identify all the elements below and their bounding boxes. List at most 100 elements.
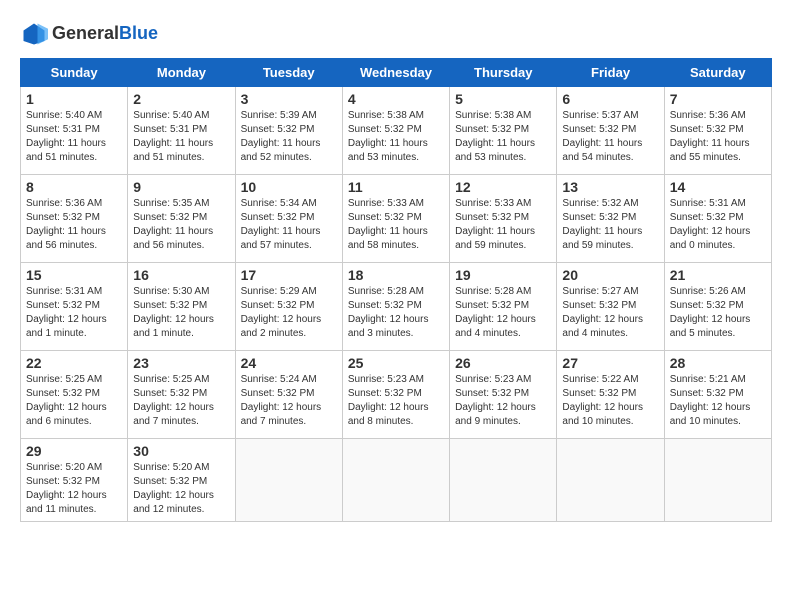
calendar-cell: 9 Sunrise: 5:35 AM Sunset: 5:32 PM Daylig…	[128, 175, 235, 263]
day-info: Sunrise: 5:25 AM Sunset: 5:32 PM Dayligh…	[133, 373, 229, 429]
day-info: Sunrise: 5:32 AM Sunset: 5:32 PM Dayligh…	[562, 197, 658, 253]
calendar-cell: 19 Sunrise: 5:28 AM Sunset: 5:32 PM Dayli…	[450, 263, 557, 351]
logo-icon	[20, 20, 48, 48]
day-number: 26	[455, 355, 551, 371]
day-info: Sunrise: 5:38 AM Sunset: 5:32 PM Dayligh…	[455, 109, 551, 165]
day-number: 6	[562, 91, 658, 107]
calendar-cell: 12 Sunrise: 5:33 AM Sunset: 5:32 PM Dayli…	[450, 175, 557, 263]
day-header-saturday: Saturday	[664, 59, 771, 87]
day-number: 22	[26, 355, 122, 371]
calendar-cell: 22Sunrise: 5:25 AM Sunset: 5:32 PM Dayli…	[21, 351, 128, 439]
calendar-cell: 11 Sunrise: 5:33 AM Sunset: 5:32 PM Dayli…	[342, 175, 449, 263]
calendar-header-row: SundayMondayTuesdayWednesdayThursdayFrid…	[21, 59, 772, 87]
day-info: Sunrise: 5:28 AM Sunset: 5:32 PM Dayligh…	[348, 285, 444, 341]
calendar-cell: 29 Sunrise: 5:20 AM Sunset: 5:32 PM Dayli…	[21, 439, 128, 522]
week-row-5: 29 Sunrise: 5:20 AM Sunset: 5:32 PM Dayli…	[21, 439, 772, 522]
calendar-cell	[664, 439, 771, 522]
week-row-4: 22 Sunrise: 5:25 AM Sunset: 5:32 PM Dayli…	[21, 351, 772, 439]
calendar-cell: 6 Sunrise: 5:37 AM Sunset: 5:32 PM Daylig…	[557, 87, 664, 175]
calendar-cell: 4 Sunrise: 5:38 AM Sunset: 5:32 PM Daylig…	[342, 87, 449, 175]
day-info: Sunrise: 5:40 AM Sunset: 5:31 PM Dayligh…	[26, 109, 122, 165]
day-number: 5	[455, 91, 551, 107]
day-info: Sunrise: 5:35 AM Sunset: 5:32 PM Dayligh…	[133, 197, 229, 253]
day-header-monday: Monday	[128, 59, 235, 87]
calendar-cell: 14 Sunrise: 5:31 AM Sunset: 5:32 PM Dayli…	[664, 175, 771, 263]
day-info: Sunrise: 5:38 AM Sunset: 5:32 PM Dayligh…	[348, 109, 444, 165]
day-info: Sunrise: 5:30 AM Sunset: 5:32 PM Dayligh…	[133, 285, 229, 341]
day-number: 2	[133, 91, 229, 107]
day-number: 14	[670, 179, 766, 195]
day-info: Sunrise: 5:37 AM Sunset: 5:32 PM Dayligh…	[562, 109, 658, 165]
calendar-cell	[557, 439, 664, 522]
day-info: Sunrise: 5:33 AM Sunset: 5:32 PM Dayligh…	[348, 197, 444, 253]
calendar-table: SundayMondayTuesdayWednesdayThursdayFrid…	[20, 58, 772, 522]
day-header-thursday: Thursday	[450, 59, 557, 87]
day-number: 3	[241, 91, 337, 107]
calendar-cell: 21 Sunrise: 5:26 AM Sunset: 5:32 PM Dayli…	[664, 263, 771, 351]
calendar-cell: 28 Sunrise: 5:21 AM Sunset: 5:32 PM Dayli…	[664, 351, 771, 439]
calendar-cell: 30 Sunrise: 5:20 AM Sunset: 5:32 PM Dayli…	[128, 439, 235, 522]
day-number: 11	[348, 179, 444, 195]
day-number: 29	[26, 443, 122, 459]
calendar-cell: 5 Sunrise: 5:38 AM Sunset: 5:32 PM Daylig…	[450, 87, 557, 175]
day-info: Sunrise: 5:33 AM Sunset: 5:32 PM Dayligh…	[455, 197, 551, 253]
day-info: Sunrise: 5:21 AM Sunset: 5:32 PM Dayligh…	[670, 373, 766, 429]
day-info: Sunrise: 5:26 AM Sunset: 5:32 PM Dayligh…	[670, 285, 766, 341]
day-number: 9	[133, 179, 229, 195]
day-info: Sunrise: 5:20 AM Sunset: 5:32 PM Dayligh…	[133, 461, 229, 517]
calendar-cell: 25Sunrise: 5:23 AM Sunset: 5:32 PM Dayli…	[342, 351, 449, 439]
calendar-cell: 18 Sunrise: 5:28 AM Sunset: 5:32 PM Dayli…	[342, 263, 449, 351]
day-number: 12	[455, 179, 551, 195]
day-info: Sunrise: 5:31 AM Sunset: 5:32 PM Dayligh…	[670, 197, 766, 253]
day-number: 18	[348, 267, 444, 283]
day-info: Sunrise: 5:22 AM Sunset: 5:32 PM Dayligh…	[562, 373, 658, 429]
week-row-2: 8Sunrise: 5:36 AM Sunset: 5:32 PM Daylig…	[21, 175, 772, 263]
day-header-friday: Friday	[557, 59, 664, 87]
day-number: 27	[562, 355, 658, 371]
calendar-cell: 7 Sunrise: 5:36 AM Sunset: 5:32 PM Daylig…	[664, 87, 771, 175]
calendar-cell: 17 Sunrise: 5:29 AM Sunset: 5:32 PM Dayli…	[235, 263, 342, 351]
day-number: 17	[241, 267, 337, 283]
day-number: 4	[348, 91, 444, 107]
day-number: 30	[133, 443, 229, 459]
logo: GeneralBlue	[20, 20, 158, 48]
calendar-cell: 26Sunrise: 5:23 AM Sunset: 5:32 PM Dayli…	[450, 351, 557, 439]
calendar-cell: 16 Sunrise: 5:30 AM Sunset: 5:32 PM Dayli…	[128, 263, 235, 351]
calendar-cell: 20 Sunrise: 5:27 AM Sunset: 5:32 PM Dayli…	[557, 263, 664, 351]
day-info: Sunrise: 5:34 AM Sunset: 5:32 PM Dayligh…	[241, 197, 337, 253]
day-info: Sunrise: 5:20 AM Sunset: 5:32 PM Dayligh…	[26, 461, 122, 517]
day-number: 16	[133, 267, 229, 283]
day-info: Sunrise: 5:27 AM Sunset: 5:32 PM Dayligh…	[562, 285, 658, 341]
calendar-cell: 10 Sunrise: 5:34 AM Sunset: 5:32 PM Dayli…	[235, 175, 342, 263]
day-number: 19	[455, 267, 551, 283]
day-number: 7	[670, 91, 766, 107]
day-header-tuesday: Tuesday	[235, 59, 342, 87]
calendar-cell: 3Sunrise: 5:39 AM Sunset: 5:32 PM Daylig…	[235, 87, 342, 175]
calendar-cell: 27 Sunrise: 5:22 AM Sunset: 5:32 PM Dayli…	[557, 351, 664, 439]
day-number: 28	[670, 355, 766, 371]
day-number: 25	[348, 355, 444, 371]
day-info: Sunrise: 5:29 AM Sunset: 5:32 PM Dayligh…	[241, 285, 337, 341]
logo-text: GeneralBlue	[52, 24, 158, 44]
calendar-cell: 24Sunrise: 5:24 AM Sunset: 5:32 PM Dayli…	[235, 351, 342, 439]
day-info: Sunrise: 5:36 AM Sunset: 5:32 PM Dayligh…	[670, 109, 766, 165]
day-info: Sunrise: 5:31 AM Sunset: 5:32 PM Dayligh…	[26, 285, 122, 341]
calendar-cell: 1 Sunrise: 5:40 AM Sunset: 5:31 PM Daylig…	[21, 87, 128, 175]
day-info: Sunrise: 5:28 AM Sunset: 5:32 PM Dayligh…	[455, 285, 551, 341]
calendar-body: 1 Sunrise: 5:40 AM Sunset: 5:31 PM Daylig…	[21, 87, 772, 522]
calendar-cell	[450, 439, 557, 522]
day-number: 10	[241, 179, 337, 195]
day-number: 1	[26, 91, 122, 107]
day-number: 24	[241, 355, 337, 371]
page-header: GeneralBlue	[20, 20, 772, 48]
day-number: 21	[670, 267, 766, 283]
calendar-cell: 15Sunrise: 5:31 AM Sunset: 5:32 PM Dayli…	[21, 263, 128, 351]
calendar-cell	[235, 439, 342, 522]
day-number: 20	[562, 267, 658, 283]
day-header-sunday: Sunday	[21, 59, 128, 87]
week-row-3: 15Sunrise: 5:31 AM Sunset: 5:32 PM Dayli…	[21, 263, 772, 351]
day-number: 13	[562, 179, 658, 195]
week-row-1: 1 Sunrise: 5:40 AM Sunset: 5:31 PM Daylig…	[21, 87, 772, 175]
day-info: Sunrise: 5:40 AM Sunset: 5:31 PM Dayligh…	[133, 109, 229, 165]
calendar-cell: 23Sunrise: 5:25 AM Sunset: 5:32 PM Dayli…	[128, 351, 235, 439]
